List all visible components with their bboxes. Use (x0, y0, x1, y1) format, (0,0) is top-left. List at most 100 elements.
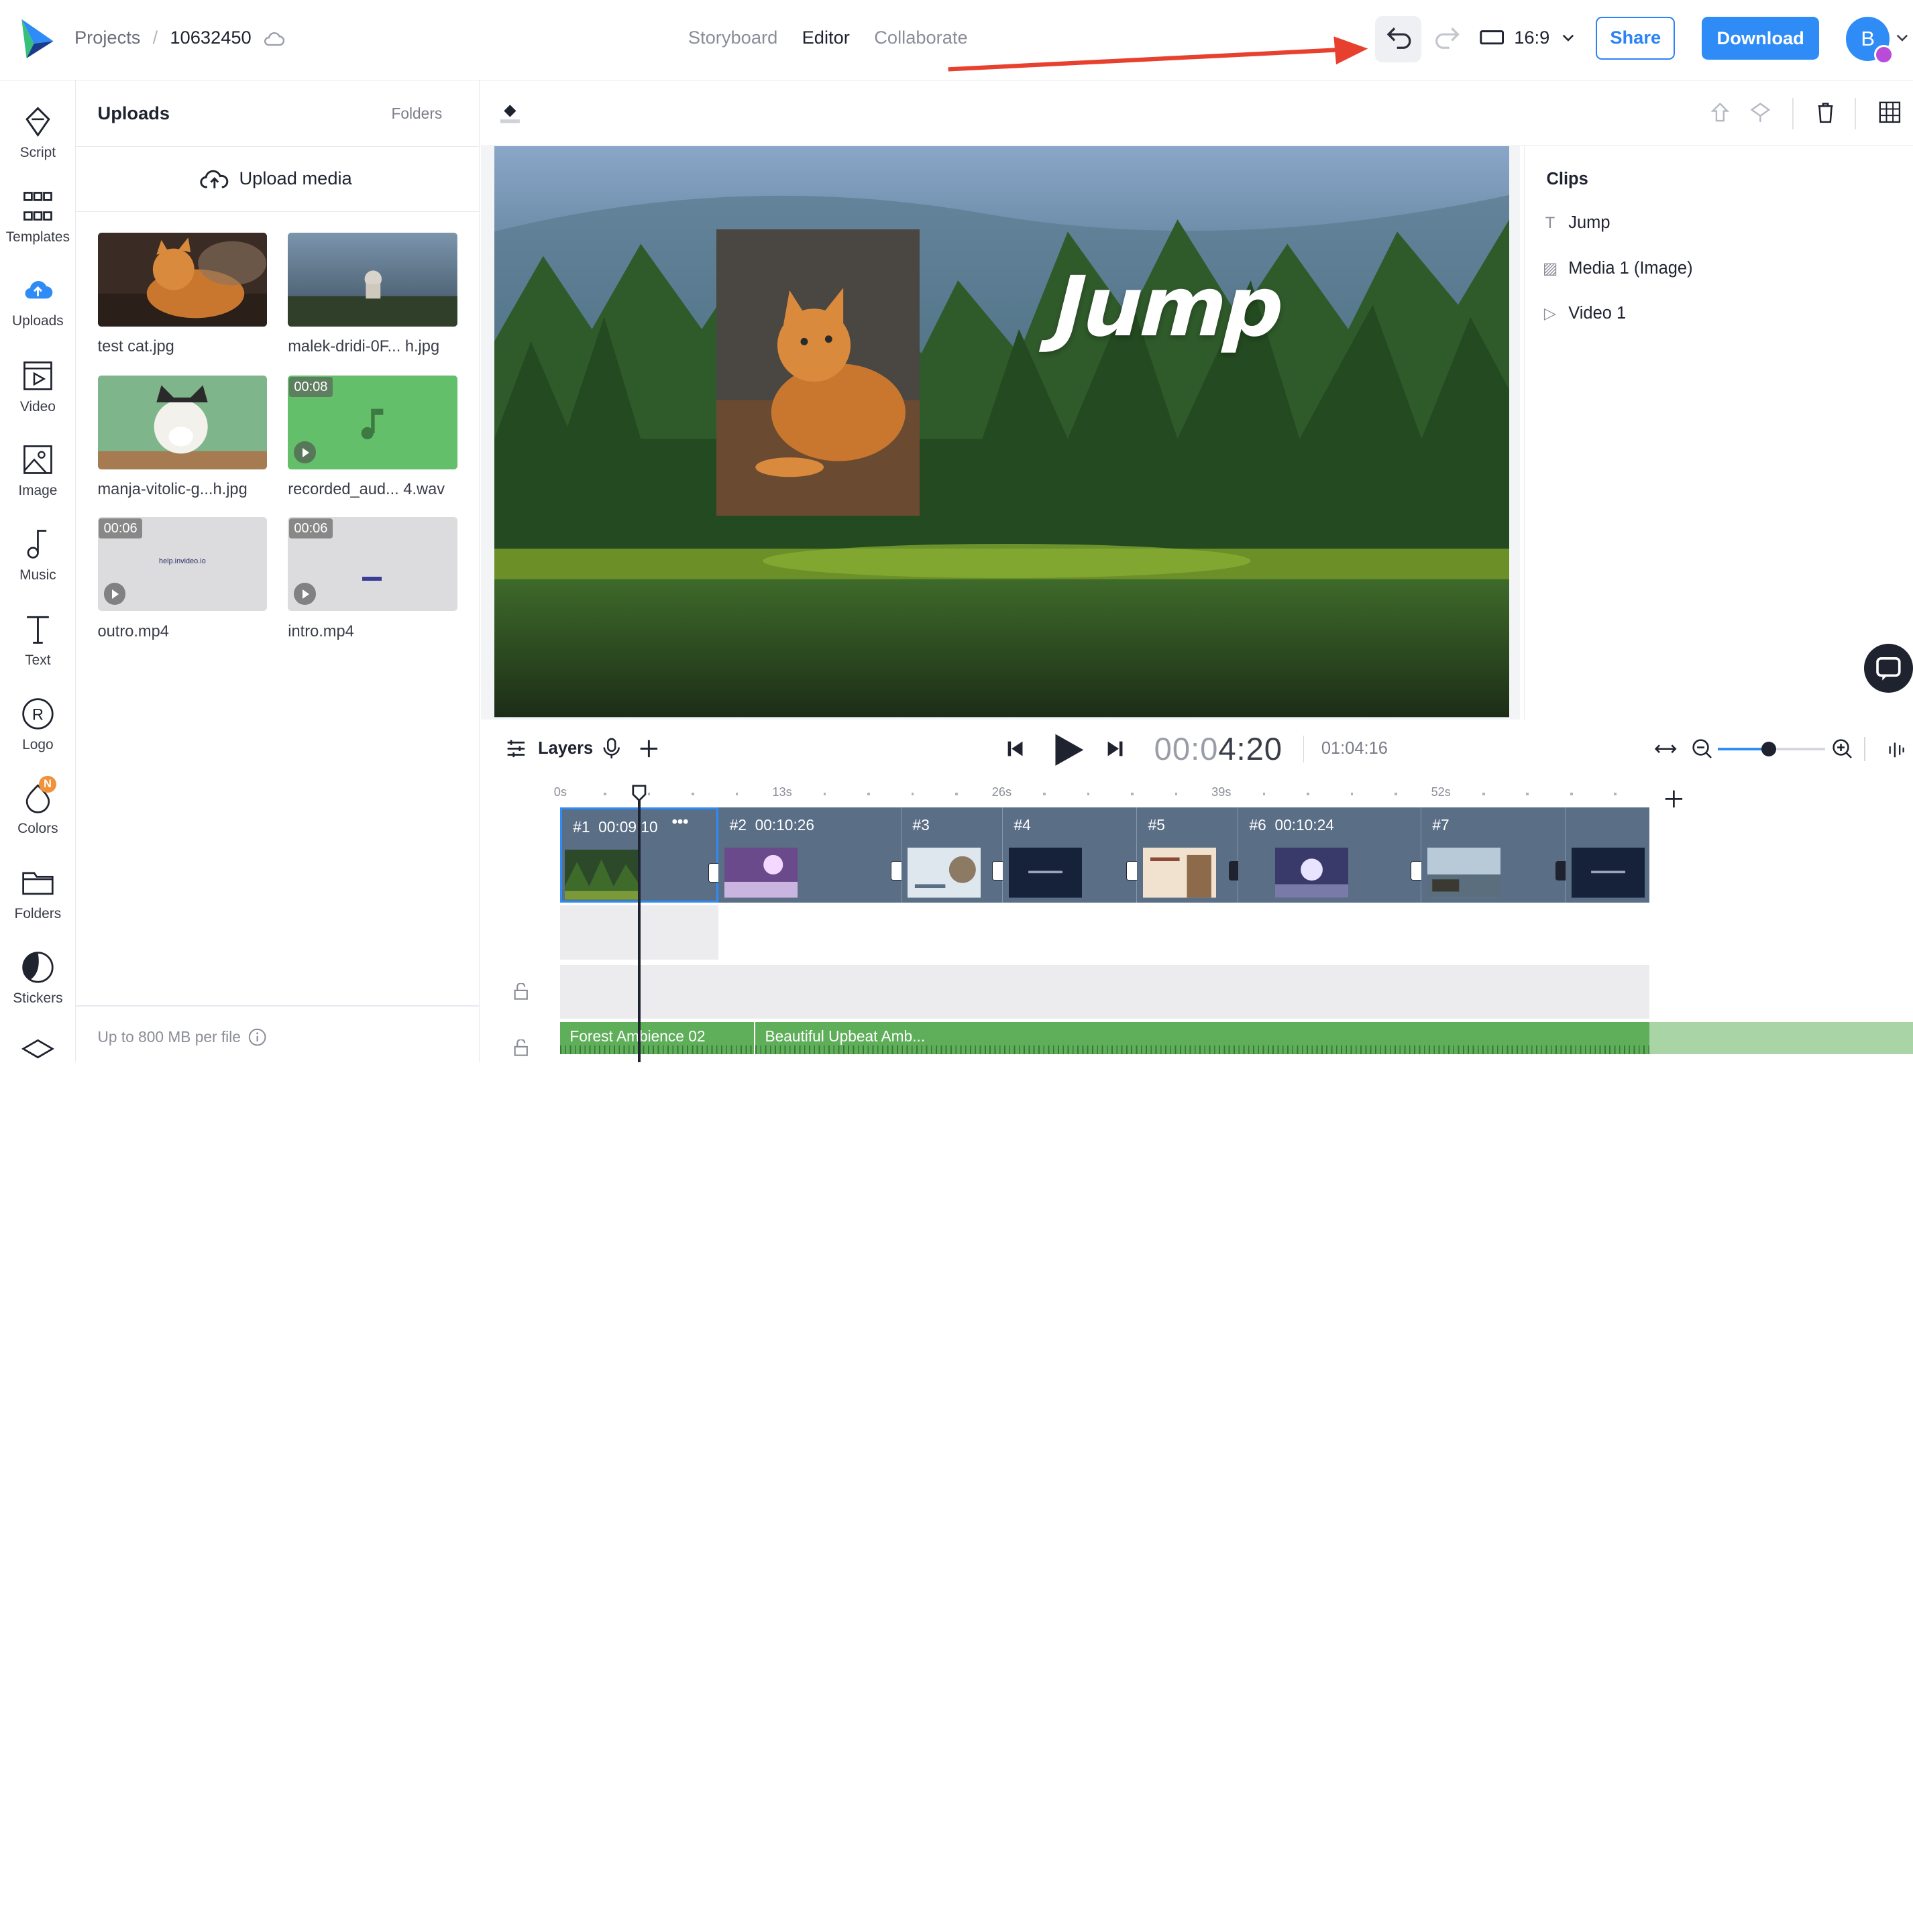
play-preview-icon[interactable] (103, 583, 126, 606)
rail-item-folders[interactable]: Folders (0, 866, 76, 922)
rail-item-stickers[interactable]: Stickers (0, 950, 76, 1007)
rail-item-image[interactable]: Image (0, 443, 76, 499)
share-button[interactable]: Share (1596, 17, 1676, 60)
jump-text-overlay[interactable]: Jump (1053, 259, 1284, 355)
rail-item-logo[interactable]: R Logo (0, 697, 76, 753)
rail-label-video: Video (19, 398, 56, 414)
chat-bubble-icon (1876, 657, 1901, 681)
aspect-ratio-select[interactable]: 16:9 (1480, 27, 1575, 48)
zoom-slider-handle[interactable] (1761, 741, 1777, 756)
play-button-icon[interactable] (1052, 732, 1086, 769)
timeline-scene-7[interactable]: #7 (1421, 807, 1576, 903)
undo-button[interactable] (1374, 15, 1421, 62)
invideo-logo-icon[interactable] (17, 17, 56, 60)
rail-label-image: Image (18, 483, 58, 499)
outro-preview-text: help.invideo.io (159, 557, 206, 566)
download-button[interactable]: Download (1702, 17, 1819, 60)
upload-thumb-outro[interactable]: 00:06 help.invideo.io (97, 517, 268, 612)
rail-label-logo: Logo (22, 736, 54, 752)
rail-item-colors[interactable]: N Colors (0, 775, 76, 837)
paint-bucket-icon[interactable] (499, 100, 521, 124)
lock-open-icon[interactable] (512, 983, 529, 1000)
layers-label[interactable]: Layers (538, 739, 593, 758)
upload-thumb-test-cat[interactable] (97, 233, 268, 327)
audio-clip-beautiful-upbeat[interactable]: Beautiful Upbeat Amb... (755, 1022, 1650, 1054)
project-id[interactable]: 10632450 (170, 27, 251, 48)
timeline-ruler[interactable]: 0s 13s 26s 39s 52s (554, 781, 1649, 807)
play-preview-icon[interactable] (294, 583, 317, 606)
ruler-tick (1482, 793, 1485, 795)
breadcrumb: Projects / 10632450 (74, 27, 285, 48)
add-scene-icon[interactable] (1663, 788, 1685, 810)
rail-label-folders: Folders (14, 906, 62, 922)
lock-open-icon[interactable] (512, 1039, 529, 1056)
rail-item-templates[interactable]: Templates (0, 189, 76, 245)
trash-icon[interactable] (1816, 101, 1835, 123)
layers-icon (21, 1039, 54, 1059)
timeline-scene-4[interactable]: #4 (1003, 807, 1146, 903)
info-icon[interactable] (248, 1028, 266, 1046)
breadcrumb-projects[interactable]: Projects (74, 27, 141, 48)
upload-thumb-manja-vitolic[interactable] (97, 376, 268, 470)
clip-label: Media 1 (Image) (1568, 258, 1693, 278)
upload-name: manja-vitolic-g...h.jpg (97, 480, 248, 498)
zoom-in-icon[interactable] (1831, 738, 1853, 760)
layers-toggle-icon[interactable] (505, 738, 527, 760)
timeline-scene-2[interactable]: #2 00:10:26 (718, 807, 910, 903)
timeline-scene-5[interactable]: #5 (1137, 807, 1248, 903)
clip-item-jump[interactable]: T Jump (1541, 213, 1610, 233)
playhead-line[interactable] (638, 785, 641, 1063)
scene-thumb-text (908, 848, 981, 898)
move-down-layer-icon[interactable] (1749, 101, 1771, 123)
timeline-scene-6[interactable]: #6 00:10:24 (1238, 807, 1430, 903)
upload-media-button[interactable]: Upload media (75, 146, 480, 213)
rail-item-video[interactable]: Video (0, 359, 76, 415)
upload-thumb-malek-dridi[interactable] (288, 233, 458, 327)
waveform-toggle-icon[interactable] (1888, 739, 1904, 758)
audio-clip-forest-ambience[interactable]: Forest Ambience 02 (559, 1022, 755, 1054)
microphone-icon[interactable] (603, 738, 620, 760)
tab-editor[interactable]: Editor (802, 27, 850, 48)
rail-item-layers[interactable] (0, 1035, 76, 1076)
rail-item-music[interactable]: Music (0, 527, 76, 583)
screen-ratio-icon (1480, 30, 1505, 45)
scene-menu-icon[interactable]: ••• (672, 813, 689, 832)
upload-name: outro.mp4 (97, 623, 169, 641)
scene-thumb-pastel (1143, 848, 1217, 898)
empty-text-track[interactable] (559, 964, 1650, 1019)
audio-track: Forest Ambience 02 Beautiful Upbeat Amb.… (559, 1022, 1913, 1054)
zoom-out-icon[interactable] (1691, 738, 1713, 760)
skip-forward-icon[interactable] (1105, 739, 1125, 758)
add-layer-icon[interactable] (638, 738, 660, 760)
clip-item-media-1[interactable]: ▨ Media 1 (Image) (1541, 258, 1693, 278)
rail-item-text[interactable]: Text (0, 612, 76, 669)
left-rail: Script Templates Uploads Video Image Mus… (0, 80, 76, 1063)
timeline-scene-outro[interactable] (1565, 807, 1650, 903)
skip-back-icon[interactable] (1005, 739, 1025, 758)
upload-thumb-recorded-audio[interactable]: 00:08 (288, 376, 458, 470)
redo-button[interactable] (1427, 16, 1464, 62)
grid-icon[interactable] (1879, 101, 1901, 123)
audio-waveform (755, 1045, 1650, 1054)
divider (1864, 736, 1866, 761)
timeline-scene-3[interactable]: #3 (901, 807, 1012, 903)
audio-clip-extension[interactable] (1649, 1022, 1913, 1054)
ruler-label: 39s (1211, 785, 1232, 799)
playhead-handle-icon[interactable] (632, 785, 647, 801)
rail-item-script[interactable]: Script (0, 105, 76, 161)
size-note: Up to 800 MB per file (98, 1028, 267, 1046)
rail-item-uploads[interactable]: Uploads (0, 273, 76, 329)
ruler-tick (647, 793, 651, 795)
folders-link[interactable]: Folders (391, 105, 442, 123)
play-preview-icon[interactable] (294, 441, 317, 464)
cat-image-overlay[interactable] (716, 229, 920, 516)
tab-storyboard[interactable]: Storyboard (688, 27, 777, 48)
move-up-icon[interactable] (1709, 101, 1731, 123)
ruler-tick (1307, 793, 1309, 795)
account-chevron-down-icon[interactable] (1895, 33, 1910, 43)
clip-item-video-1[interactable]: ▷ Video 1 (1541, 304, 1626, 323)
fit-width-icon[interactable] (1653, 740, 1678, 757)
chat-support-button[interactable] (1864, 644, 1913, 693)
upload-thumb-intro[interactable]: 00:06 (288, 517, 458, 612)
video-canvas[interactable]: Jump (494, 146, 1509, 718)
